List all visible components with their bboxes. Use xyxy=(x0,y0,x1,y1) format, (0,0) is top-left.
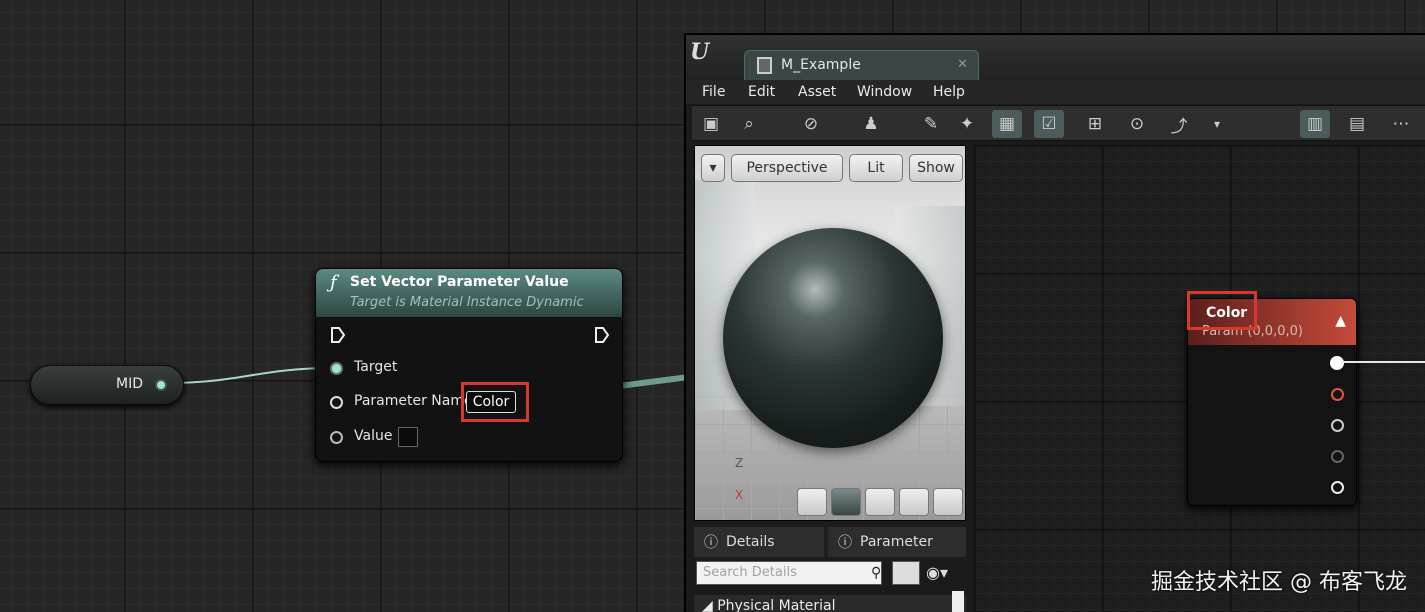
menu-help[interactable]: Help xyxy=(933,84,965,100)
watermark: 掘金技术社区 @ 布客飞龙 xyxy=(1151,570,1407,595)
perspective-label: Perspective xyxy=(746,160,828,176)
parameter-name-label: Parameter Name xyxy=(354,393,473,409)
stats-icon[interactable]: ♟ xyxy=(856,110,886,138)
node-title: Set Vector Parameter Value xyxy=(350,274,569,290)
a-output-pin[interactable] xyxy=(1331,481,1344,494)
menu-asset[interactable]: Asset xyxy=(798,84,836,100)
rgb-output-wire xyxy=(1341,361,1425,363)
material-asset-icon xyxy=(757,57,772,74)
apply-icon[interactable]: ⊘ xyxy=(796,110,826,138)
document-tab[interactable]: M_Example ✕ xyxy=(744,50,979,80)
hide-unused-icon[interactable]: ⊙ xyxy=(1122,110,1152,138)
parameter-icon: ⓘ xyxy=(838,535,852,551)
eye-icon[interactable]: ◉▾ xyxy=(926,563,948,582)
physical-material-label: Physical Material xyxy=(717,598,836,612)
collapse-icon[interactable]: ▲ xyxy=(1335,313,1346,329)
function-icon: ƒ xyxy=(330,272,337,293)
menu-edit[interactable]: Edit xyxy=(748,84,775,100)
preview-plane-button[interactable] xyxy=(865,488,895,516)
axis-x-label: X xyxy=(735,488,744,502)
preview-viewport[interactable]: ▾ Perspective Lit Show Z X xyxy=(694,145,966,521)
unreal-logo-icon: U xyxy=(690,39,710,65)
menu-window[interactable]: Window xyxy=(857,84,912,100)
expand-arrow-icon: ◢ xyxy=(702,598,713,612)
menu-file[interactable]: File xyxy=(702,84,725,100)
tab-parameter[interactable]: ⓘ Parameter xyxy=(828,527,966,557)
set-vector-parameter-node[interactable]: ƒ Set Vector Parameter Value Target is M… xyxy=(315,268,623,462)
browse-icon[interactable]: ⌕ xyxy=(734,110,764,138)
preview-cylinder-button[interactable] xyxy=(797,488,827,516)
live-nodes-icon[interactable]: ☑ xyxy=(1034,110,1064,138)
preview-sphere-button[interactable] xyxy=(831,488,861,516)
chevron-down-icon[interactable]: ▾ xyxy=(1202,110,1232,138)
mid-to-target-wire xyxy=(167,367,333,384)
parameter-name-pin[interactable] xyxy=(330,396,343,409)
preview-mesh-button[interactable] xyxy=(933,488,963,516)
search-icon: ⚲ xyxy=(871,565,882,581)
toolbar: ▣ ⌕ ⊘ ♟ ✎ ✦ ▦ ☑ ⊞ ⊙ ⤴ ▾ ▥ ▤ ⋯ xyxy=(692,105,1425,141)
connectors-icon[interactable]: ✦ xyxy=(952,110,982,138)
physical-material-section[interactable]: ◢ Physical Material xyxy=(694,595,966,612)
perspective-button[interactable]: Perspective xyxy=(731,154,843,182)
platform-stats-icon[interactable]: ▥ xyxy=(1300,110,1330,138)
target-pin[interactable] xyxy=(330,362,343,375)
lit-button[interactable]: Lit xyxy=(849,154,903,182)
lit-label: Lit xyxy=(867,160,885,176)
details-search-input[interactable]: Search Details ⚲ xyxy=(696,561,882,585)
details-scrollbar[interactable] xyxy=(952,591,964,612)
live-preview-icon[interactable]: ▦ xyxy=(992,110,1022,138)
b-output-pin[interactable] xyxy=(1331,450,1344,463)
mid-label: MID xyxy=(116,376,143,392)
search-placeholder: Search Details xyxy=(703,565,797,580)
preview-cube-button[interactable] xyxy=(899,488,929,516)
node-header: ƒ Set Vector Parameter Value Target is M… xyxy=(316,269,622,317)
info-icon: ⓘ xyxy=(704,535,718,551)
viewport-options-dropdown[interactable]: ▾ xyxy=(701,154,725,182)
show-button[interactable]: Show xyxy=(909,154,963,182)
close-icon[interactable]: ✕ xyxy=(957,57,968,72)
mid-output-pin[interactable] xyxy=(155,379,167,391)
live-update-icon[interactable]: ⊞ xyxy=(1080,110,1110,138)
property-matrix-icon[interactable] xyxy=(892,561,920,585)
title-bar: U M_Example ✕ xyxy=(686,35,1425,80)
find-results-icon[interactable]: ▤ xyxy=(1342,110,1372,138)
parameter-name-highlight xyxy=(461,382,529,422)
color-title-highlight xyxy=(1187,291,1257,330)
preview-sphere xyxy=(723,228,943,448)
clean-up-icon[interactable]: ✎ xyxy=(916,110,946,138)
tab-details-label: Details xyxy=(726,534,775,550)
exec-output-pin[interactable] xyxy=(594,327,610,343)
value-pin[interactable] xyxy=(330,431,343,444)
value-color-swatch[interactable] xyxy=(398,427,418,447)
save-icon[interactable]: ▣ xyxy=(696,110,726,138)
tab-details[interactable]: ⓘ Details xyxy=(694,527,824,557)
document-tab-label: M_Example xyxy=(781,57,861,73)
target-label: Target xyxy=(354,359,398,375)
panel-tabs: ⓘ Details ⓘ Parameter xyxy=(694,527,966,557)
mid-variable-node[interactable]: MID xyxy=(30,365,184,405)
node-subtitle: Target is Material Instance Dynamic xyxy=(350,295,584,310)
tab-parameter-label: Parameter xyxy=(860,534,933,550)
show-label: Show xyxy=(917,160,955,176)
g-output-pin[interactable] xyxy=(1331,419,1344,432)
options-icon[interactable]: ⋯ xyxy=(1386,110,1416,138)
value-label: Value xyxy=(354,428,393,444)
node-graph-icon[interactable]: ⤴ xyxy=(1164,110,1194,138)
rgb-output-pin[interactable] xyxy=(1330,356,1344,370)
exec-input-pin[interactable] xyxy=(330,327,346,343)
axis-z-label: Z xyxy=(735,456,744,470)
menu-bar: File Edit Asset Window Help xyxy=(686,80,1425,104)
r-output-pin[interactable] xyxy=(1331,388,1344,401)
